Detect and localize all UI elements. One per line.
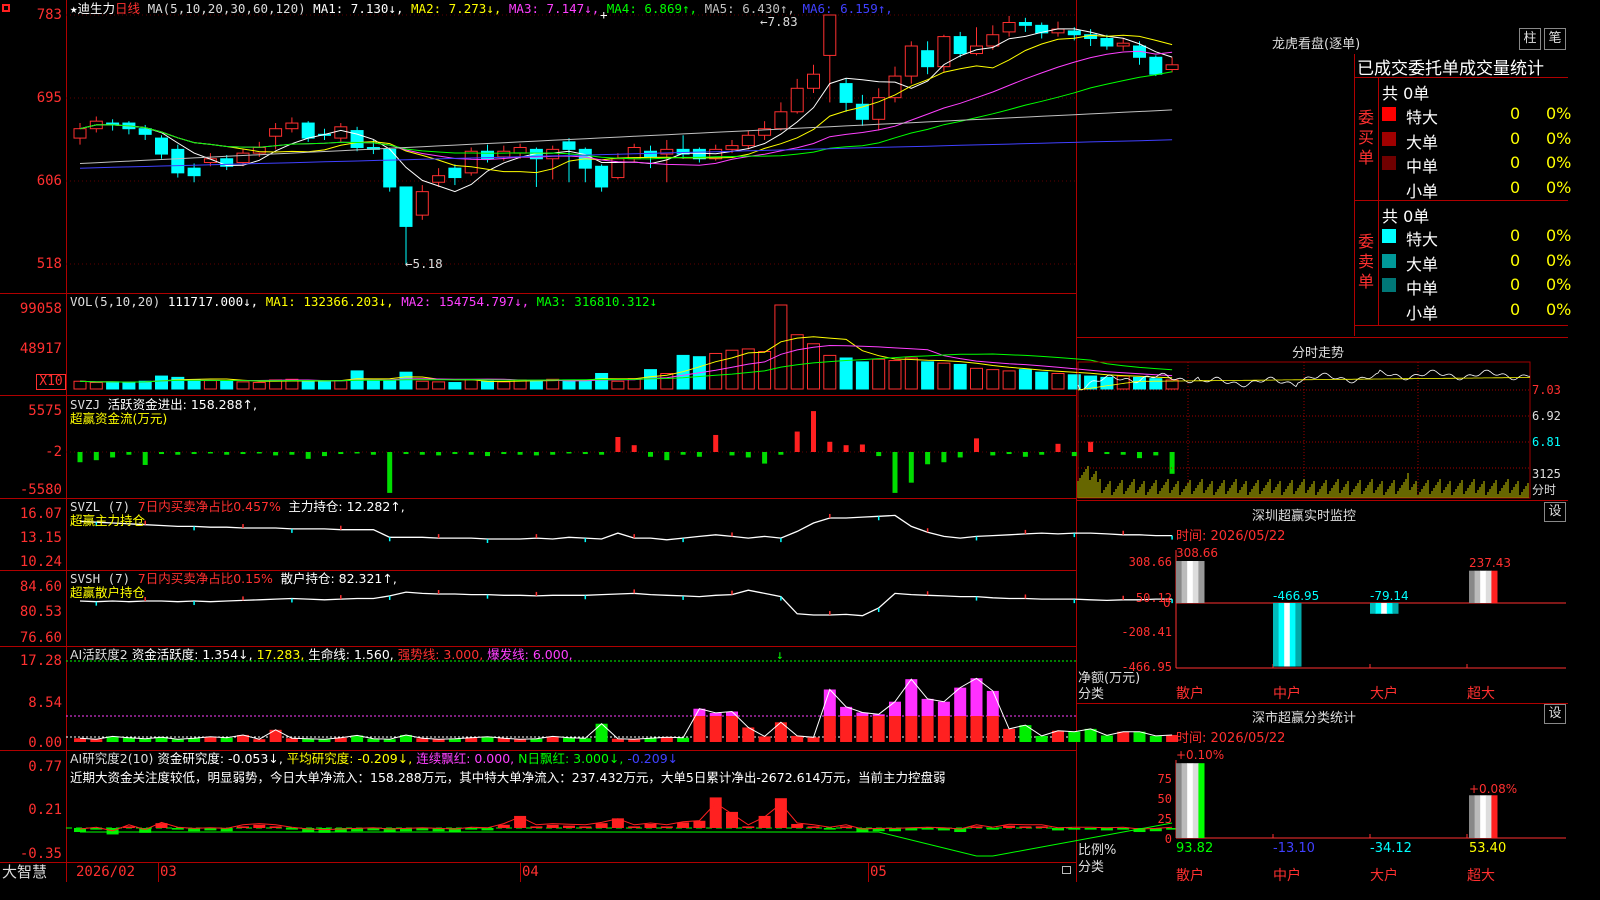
category-bar [1176,763,1205,838]
bar-stripe [1192,561,1199,603]
bar-stripe [1192,763,1199,838]
bar-stripe [1273,603,1280,667]
bar-stripe [1474,570,1481,603]
bar-stripe [1198,763,1205,838]
category-bar [1370,603,1399,614]
bar-stripe [1181,763,1188,838]
bar-stripe [1491,795,1498,838]
bar-stripe [1176,763,1183,838]
bar-stripe [1392,603,1399,614]
bar-stripe [1381,603,1388,614]
bar-stripe [1491,570,1498,603]
right-charts [1077,361,1566,839]
bar-stripe [1469,795,1476,838]
bar-stripe [1386,603,1393,614]
bar-stripe [1485,570,1492,603]
bar-stripe [1370,603,1377,614]
bar-stripe [1469,570,1476,603]
bar-stripe [1375,603,1382,614]
bar-stripe [1289,603,1296,667]
bar-stripe [1187,561,1194,603]
bar-stripe [1187,763,1194,838]
category-bar [1469,795,1498,838]
bar-stripe [1485,795,1492,838]
bar-stripe [1480,570,1487,603]
bar-stripe [1480,795,1487,838]
bar-stripe [1198,561,1205,603]
category-bar [1469,570,1498,603]
bar-stripe [1295,603,1302,667]
stock-terminal: ★迪生力日线 MA(5,10,20,30,60,120) MA1: 7.130↓… [0,0,1572,884]
bar-stripe [1474,795,1481,838]
bar-stripe [1284,603,1291,667]
bar-stripe [1278,603,1285,667]
bar-stripe [1181,561,1188,603]
category-bar [1273,603,1302,667]
bar-stripe [1176,561,1183,603]
category-bar [1176,561,1205,603]
fs-frame [1077,361,1531,499]
